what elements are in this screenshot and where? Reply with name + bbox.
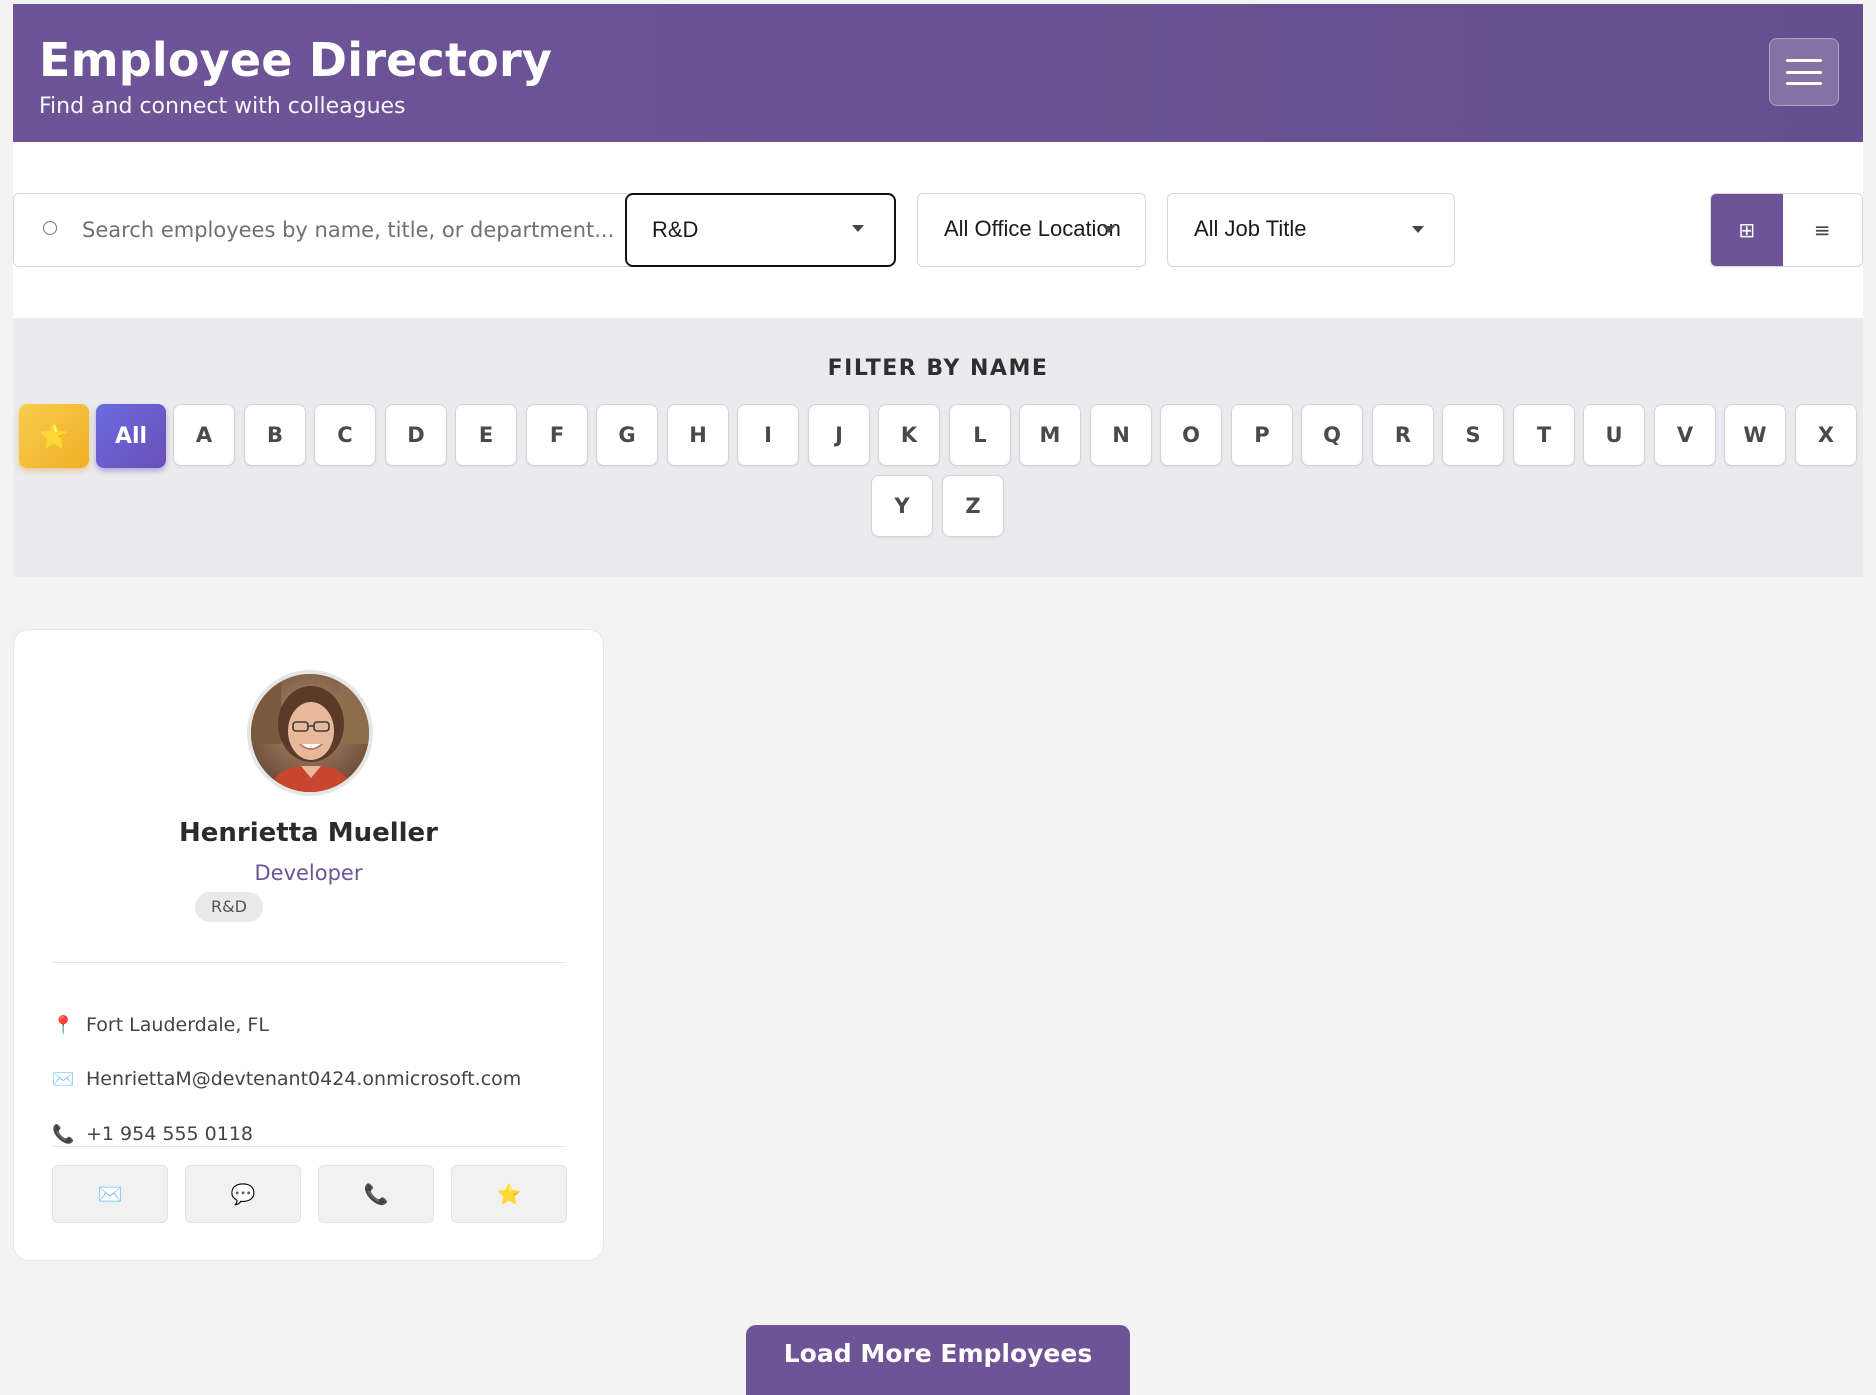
letter-filter-m[interactable]: M: [1019, 404, 1081, 466]
search-box: [13, 193, 723, 267]
employee-name: Henrietta Mueller: [178, 818, 439, 848]
card-divider: [52, 1146, 566, 1147]
employee-card[interactable]: Henrietta Mueller Developer R&D 📍 Fort L…: [13, 629, 604, 1261]
letter-filter-f[interactable]: F: [526, 404, 588, 466]
letter-filter-c[interactable]: C: [314, 404, 376, 466]
chevron-down-icon: [852, 225, 864, 232]
department-badge: R&D: [195, 892, 263, 922]
envelope-icon: ✉️: [52, 1068, 75, 1090]
employee-photo: [251, 674, 369, 792]
menu-button[interactable]: [1769, 38, 1839, 106]
letter-filter-l[interactable]: L: [949, 404, 1011, 466]
search-input[interactable]: [82, 194, 702, 266]
letter-filter-r[interactable]: R: [1372, 404, 1434, 466]
letter-filter-v[interactable]: V: [1654, 404, 1716, 466]
letter-filter-p[interactable]: P: [1231, 404, 1293, 466]
letter-filter-j[interactable]: J: [808, 404, 870, 466]
envelope-icon: ✉️: [97, 1182, 123, 1206]
star-icon: ⭐: [496, 1182, 522, 1206]
chevron-down-icon: [1103, 226, 1115, 233]
all-filter-button[interactable]: All: [96, 404, 166, 468]
letter-filter-h[interactable]: H: [667, 404, 729, 466]
list-view-button[interactable]: ≡: [1783, 194, 1862, 266]
employee-email[interactable]: ✉️ HenriettaM@devtenant0424.onmicrosoft.…: [52, 1064, 521, 1094]
view-toggle: ⊞ ≡: [1710, 193, 1863, 267]
letter-filter-a[interactable]: A: [173, 404, 235, 466]
letter-filter-e[interactable]: E: [455, 404, 517, 466]
email-action-button[interactable]: ✉️: [52, 1165, 168, 1223]
department-select[interactable]: R&D: [625, 193, 896, 267]
letter-filter-o[interactable]: O: [1160, 404, 1222, 466]
phone-icon: 📞: [363, 1182, 389, 1206]
favorite-action-button[interactable]: ⭐: [451, 1165, 567, 1223]
chat-bubble-icon: 💬: [230, 1182, 256, 1206]
letter-filter-q[interactable]: Q: [1301, 404, 1363, 466]
grid-view-icon: ⊞: [1738, 218, 1756, 242]
phone-icon: 📞: [52, 1123, 75, 1145]
page-subtitle: Find and connect with colleagues: [39, 94, 406, 119]
list-view-icon: ≡: [1813, 218, 1831, 242]
employee-location: 📍 Fort Lauderdale, FL: [52, 1010, 269, 1040]
letter-filter-u[interactable]: U: [1583, 404, 1645, 466]
alphabet-filter: FILTER BY NAME ⭐ All ABCDEFGHIJKLMNOPQRS…: [13, 318, 1863, 577]
letter-filter-k[interactable]: K: [878, 404, 940, 466]
letter-filter-y[interactable]: Y: [871, 475, 933, 537]
card-divider: [52, 962, 566, 963]
letter-filter-s[interactable]: S: [1442, 404, 1504, 466]
favorites-filter-button[interactable]: ⭐: [19, 404, 89, 468]
job-title-select[interactable]: All Job Title: [1167, 193, 1455, 267]
letter-filter-n[interactable]: N: [1090, 404, 1152, 466]
chevron-down-icon: [1412, 226, 1424, 233]
employee-location-text: Fort Lauderdale, FL: [86, 1014, 269, 1036]
avatar: [247, 670, 373, 796]
search-icon: [43, 221, 57, 235]
alphabet-filter-title: FILTER BY NAME: [827, 356, 1049, 381]
letter-filter-b[interactable]: B: [244, 404, 306, 466]
letter-filter-i[interactable]: I: [737, 404, 799, 466]
filter-toolbar: R&D All Office Location All Job Title ⊞ …: [13, 142, 1863, 318]
page-title: Employee Directory: [39, 33, 553, 87]
job-title-select-value: All Job Title: [1194, 216, 1307, 241]
employee-phone-text: +1 954 555 0118: [86, 1123, 254, 1145]
letter-filter-t[interactable]: T: [1513, 404, 1575, 466]
load-more-button[interactable]: Load More Employees: [746, 1325, 1130, 1395]
call-action-button[interactable]: 📞: [318, 1165, 434, 1223]
letter-filter-w[interactable]: W: [1724, 404, 1786, 466]
employee-phone[interactable]: 📞 +1 954 555 0118: [52, 1119, 253, 1149]
star-icon: ⭐: [39, 422, 69, 450]
department-select-value: R&D: [652, 217, 699, 242]
letter-filter-g[interactable]: G: [596, 404, 658, 466]
employee-email-text: HenriettaM@devtenant0424.onmicrosoft.com: [86, 1068, 522, 1090]
app-header: Employee Directory Find and connect with…: [13, 4, 1863, 142]
letter-filter-z[interactable]: Z: [942, 475, 1004, 537]
letter-filter-x[interactable]: X: [1795, 404, 1857, 466]
location-select[interactable]: All Office Location: [917, 193, 1146, 267]
location-select-value: All Office Location: [944, 216, 1121, 241]
chat-action-button[interactable]: 💬: [185, 1165, 301, 1223]
employee-job-title: Developer: [254, 861, 363, 885]
letter-filter-d[interactable]: D: [385, 404, 447, 466]
grid-view-button[interactable]: ⊞: [1711, 194, 1783, 266]
hamburger-menu-icon: [1786, 59, 1822, 85]
location-pin-icon: 📍: [52, 1014, 75, 1036]
